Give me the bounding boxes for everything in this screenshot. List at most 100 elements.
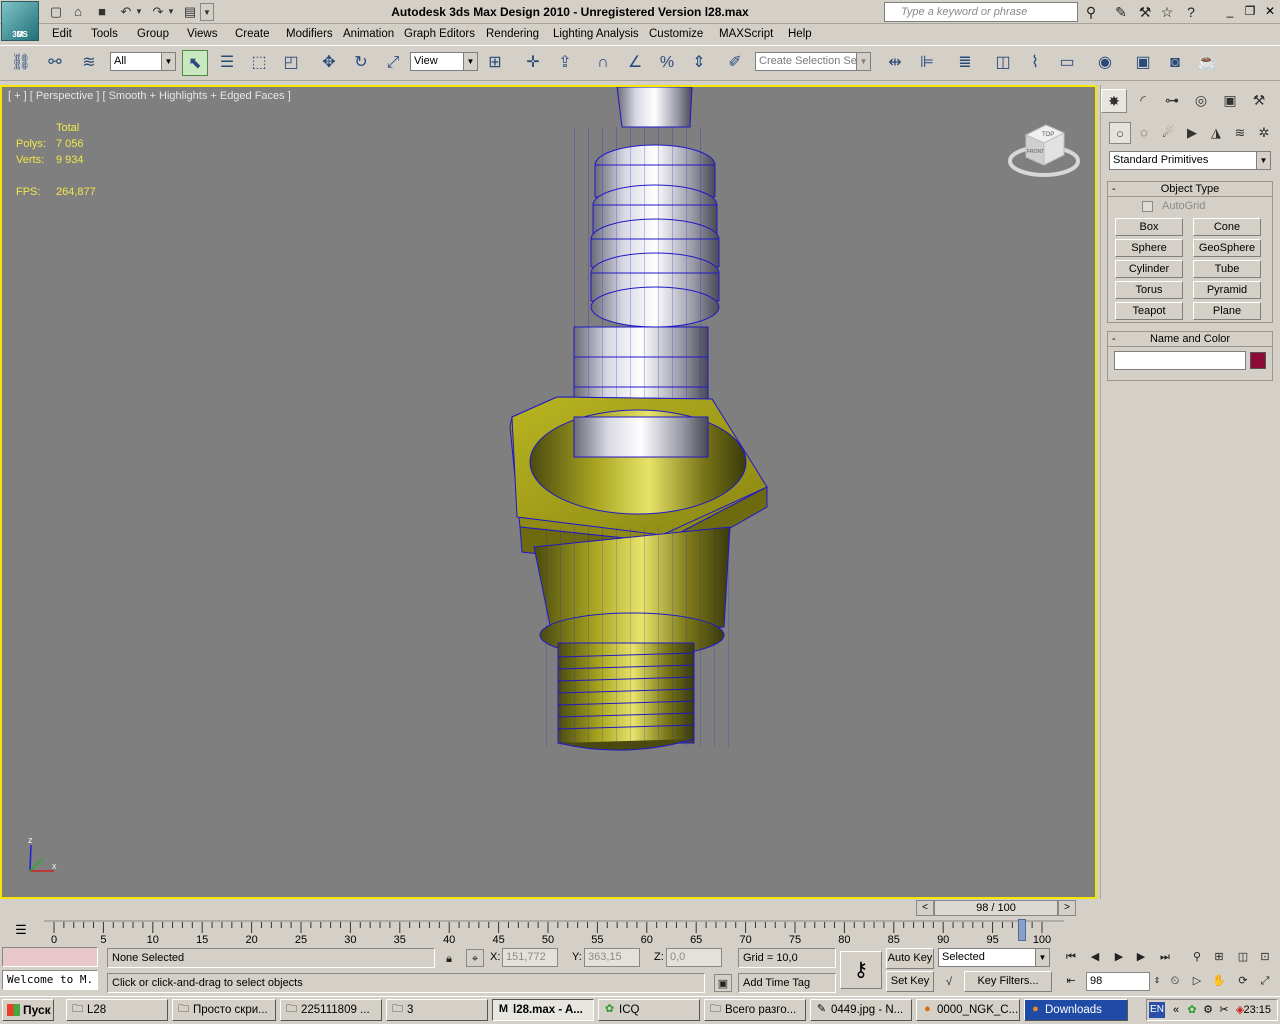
taskbar-item-downloads[interactable]: ● Downloads [1024,999,1128,1021]
pivot-center-icon[interactable]: ⊞ [482,50,508,76]
pyramid-button[interactable]: Pyramid [1193,281,1261,299]
select-by-name-icon[interactable]: ☰ [214,50,240,76]
menu-help[interactable]: Help [788,26,812,44]
cameras-icon[interactable]: ▶ [1181,122,1203,144]
language-indicator[interactable]: EN [1149,1002,1165,1018]
frame-spinner-icon[interactable]: ⇕ [1152,972,1162,990]
application-button[interactable]: M 3DS [1,1,39,41]
display-tab-icon[interactable]: ▣ [1217,89,1243,113]
key-mode-toggle-icon[interactable]: ⇤ [1062,972,1080,990]
favorites-icon[interactable]: ☆ [1156,3,1178,21]
bind-to-space-warp-icon[interactable]: ≋ [76,50,102,76]
taskbar-item-icq[interactable]: ✿ ICQ [598,999,700,1021]
tube-button[interactable]: Tube [1193,260,1261,278]
taskbar-item-0449[interactable]: ✎ 0449.jpg - N... [810,999,912,1021]
utilities-tab-icon[interactable]: ⚒ [1246,89,1272,113]
geometry-icon[interactable]: ○ [1109,122,1131,144]
track-bar[interactable]: ☰ 0 5 10 15 20 25 30 35 40 45 50 55 60 65 70 75 80 85 90 95… [0,917,1097,947]
mini-curve-editor-icon[interactable]: ☰ [10,921,32,939]
create-tab-icon[interactable]: ✸ [1101,89,1127,113]
sphere-button[interactable]: Sphere [1115,239,1183,257]
menu-create[interactable]: Create [235,26,270,44]
tray-utility-icon[interactable]: ✂ [1217,1003,1231,1017]
teapot-button[interactable]: Teapot [1115,302,1183,320]
quick-access-dropdown-icon[interactable]: ▼ [200,3,214,21]
keyboard-shortcut-override-icon[interactable]: ⇪ [552,50,578,76]
menu-rendering[interactable]: Rendering [486,26,539,44]
zoom-extents-all-icon[interactable]: ⊡ [1256,948,1274,966]
angle-snap-icon[interactable]: ∠ [622,50,648,76]
align-icon[interactable]: ⊫ [914,50,940,76]
subscription-center-icon[interactable]: ✎ [1110,3,1132,21]
minimize-icon[interactable]: _ [1222,4,1238,18]
start-button[interactable]: Пуск [2,999,54,1021]
undo-icon[interactable]: ↶ [116,3,136,21]
absolute-mode-transform-icon[interactable]: ⌖ [466,949,484,967]
project-folder-icon[interactable]: ▤ [180,3,200,21]
taskbar-item-3[interactable]: 🗀 3 [386,999,488,1021]
window-crossing-icon[interactable]: ◰ [278,50,304,76]
time-configuration-icon[interactable]: ⏲ [1166,972,1184,990]
pan-view-icon[interactable]: ✋ [1210,972,1228,990]
time-tag-icon[interactable]: ▣ [714,974,732,992]
plane-button[interactable]: Plane [1193,302,1261,320]
material-editor-icon[interactable]: ▭ [1054,50,1080,76]
object-name-input[interactable] [1114,351,1246,370]
cylinder-button[interactable]: Cylinder [1115,260,1183,278]
play-icon[interactable]: ▶ [1110,948,1128,966]
autogrid-checkbox[interactable] [1142,201,1153,212]
field-of-view-icon[interactable]: ▷ [1188,972,1206,990]
helpers-icon[interactable]: ◮ [1205,122,1227,144]
go-to-start-icon[interactable]: ⏮ [1062,948,1080,966]
communication-center-icon[interactable]: ⚒ [1134,3,1156,21]
menu-modifiers[interactable]: Modifiers [286,26,333,44]
key-filter-graph-icon[interactable]: √ [940,973,958,991]
taskbar-item-l28[interactable]: 🗀 L28 [66,999,168,1021]
viewcube-widget[interactable]: TOP FRONT [1006,117,1082,179]
modify-tab-icon[interactable]: ◜ [1130,89,1156,113]
taskbar-item-3dsmax[interactable]: Ml28.max - A... [492,999,594,1021]
menu-views[interactable]: Views [187,26,217,44]
zoom-icon[interactable]: ⚲ [1188,948,1206,966]
perspective-viewport[interactable]: [ + ] [ Perspective ] [ Smooth + Highlig… [0,85,1097,899]
zoom-all-icon[interactable]: ⊞ [1210,948,1228,966]
menu-lighting-analysis[interactable]: Lighting Analysis [553,26,639,44]
tray-icq-icon[interactable]: ✿ [1185,1003,1199,1017]
lights-icon[interactable]: ☄ [1157,122,1179,144]
time-slider-thumb[interactable]: 98 / 100 [934,900,1058,916]
systems-icon[interactable]: ✲ [1253,122,1275,144]
x-coord-field[interactable]: 151,772 [502,948,558,967]
undo-dropdown-icon[interactable]: ▼ [134,3,144,21]
named-selection-sets-dropdown[interactable]: Create Selection Se ▼ [755,52,871,71]
help-icon[interactable]: ? [1180,3,1202,21]
select-and-move-icon[interactable]: ✥ [316,50,342,76]
select-and-rotate-icon[interactable]: ↻ [348,50,374,76]
key-mode-dropdown[interactable]: Selected ▼ [938,948,1050,967]
taskbar-item-chat[interactable]: 🗀 Всего разго... [704,999,806,1021]
rectangular-selection-icon[interactable]: ⬚ [246,50,272,76]
restore-icon[interactable]: ❐ [1242,4,1258,18]
motion-tab-icon[interactable]: ◎ [1188,89,1214,113]
object-color-swatch[interactable] [1250,352,1266,369]
close-icon[interactable]: ✕ [1262,4,1278,18]
hierarchy-tab-icon[interactable]: ⊶ [1159,89,1185,113]
frame-ruler[interactable]: 0 5 10 15 20 25 30 35 40 45 50 55 60 65 70 75 80 85 90 95 10… [44,919,1064,947]
maxscript-mini-listener[interactable] [2,947,98,967]
object-type-rollout-header[interactable]: - Object Type [1108,182,1272,197]
taskbar-item-ngk[interactable]: ● 0000_NGK_C... [916,999,1020,1021]
percent-snap-icon[interactable]: % [654,50,680,76]
geosphere-button[interactable]: GeoSphere [1193,239,1261,257]
shapes-icon[interactable]: ◌ [1133,122,1155,144]
redo-icon[interactable]: ↷ [148,3,168,21]
space-warps-icon[interactable]: ≋ [1229,122,1251,144]
menu-graph-editors[interactable]: Graph Editors [404,26,475,44]
tray-expand-icon[interactable]: « [1169,1003,1183,1017]
maxscript-listener-output[interactable]: Welcome to M. [2,970,98,990]
material-editor-spheres-icon[interactable]: ◉ [1092,50,1118,76]
box-button[interactable]: Box [1115,218,1183,236]
cone-button[interactable]: Cone [1193,218,1261,236]
menu-tools[interactable]: Tools [91,26,118,44]
spark-plug-model[interactable] [462,87,842,767]
select-and-scale-icon[interactable]: ⤢ [380,50,406,76]
curve-editor-icon[interactable]: ◫ [990,50,1016,76]
